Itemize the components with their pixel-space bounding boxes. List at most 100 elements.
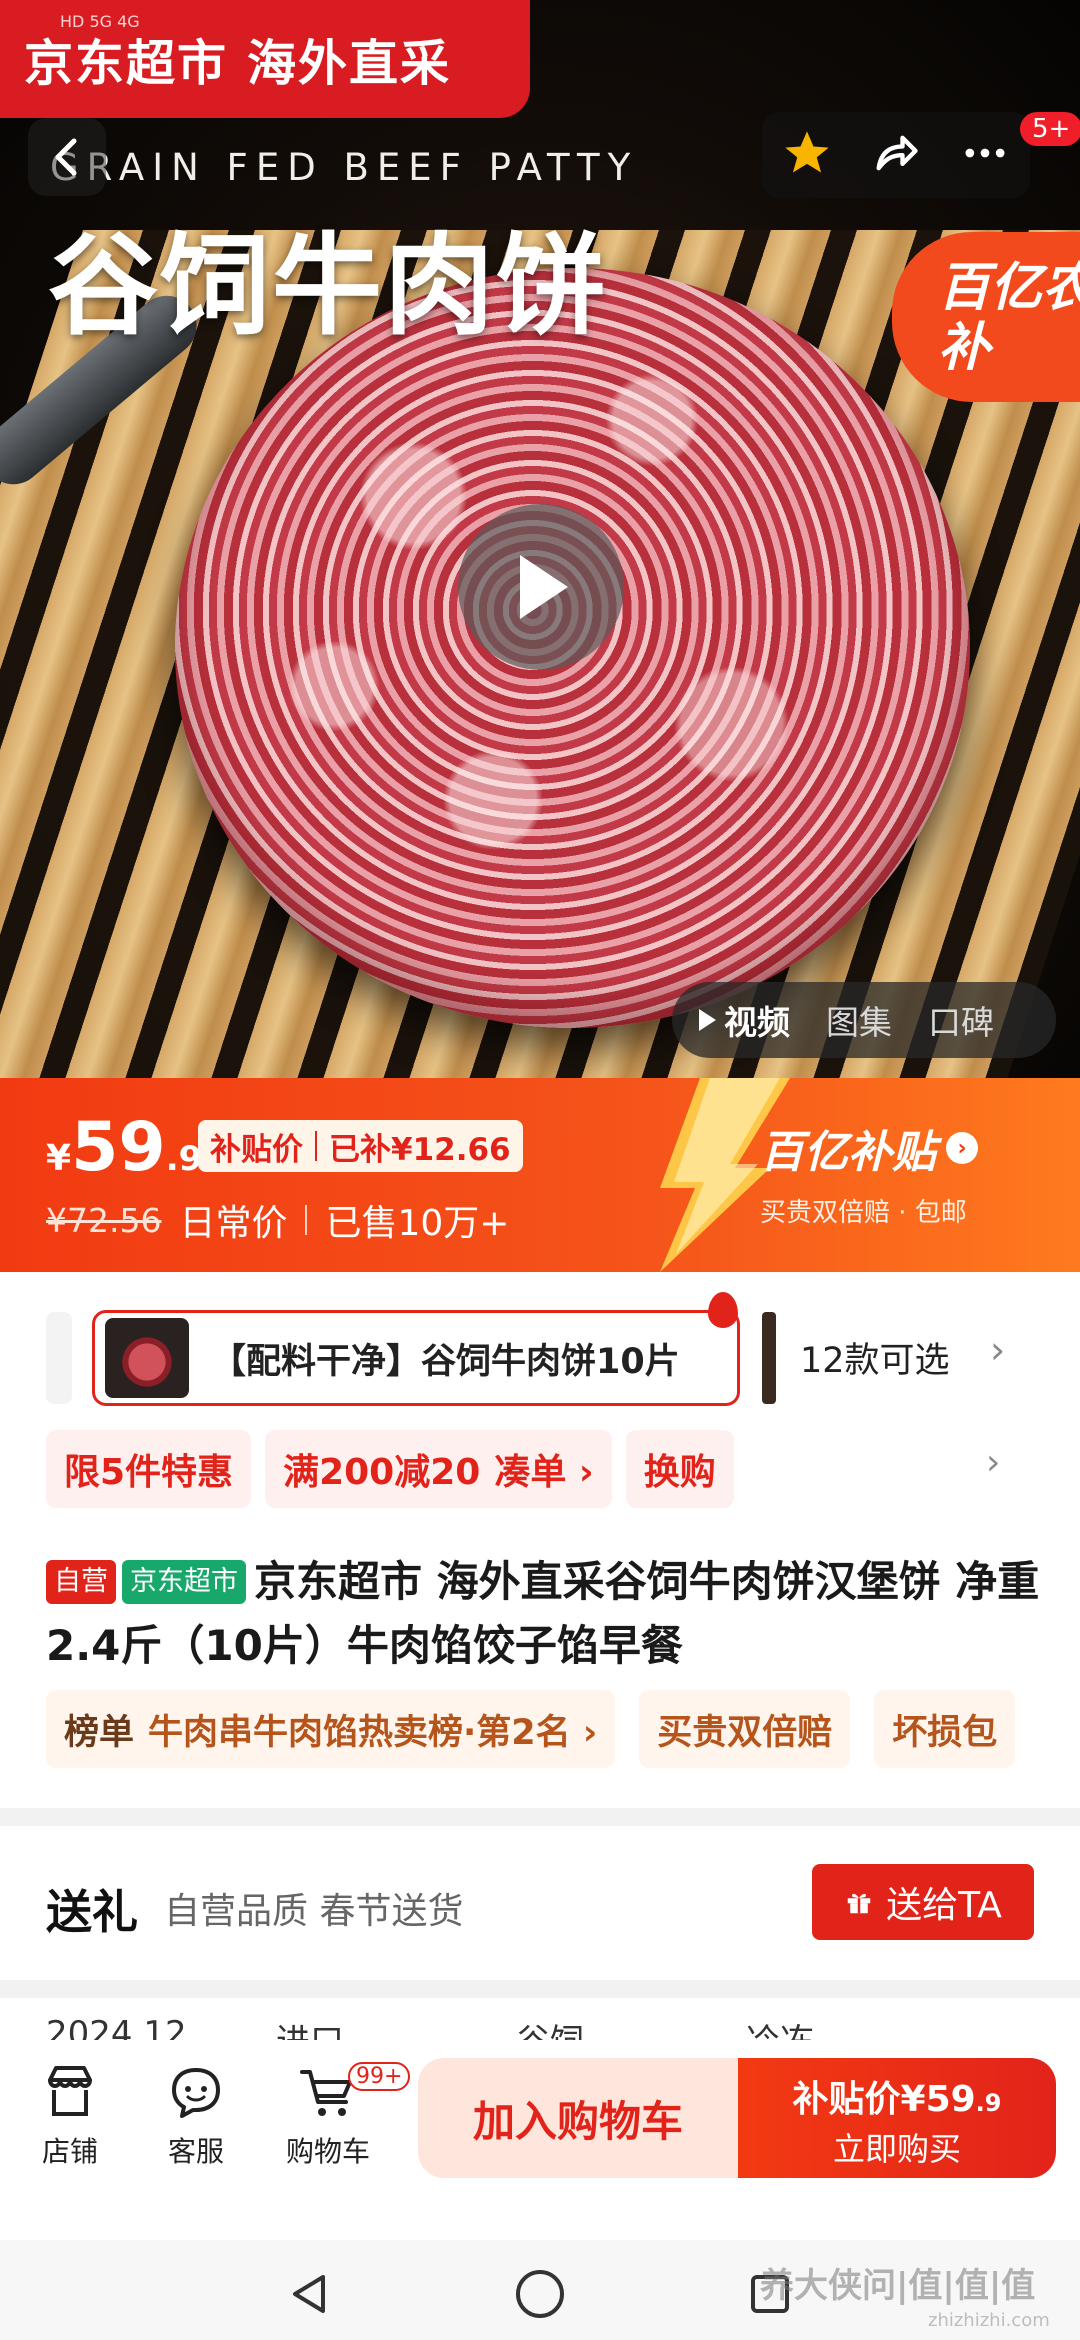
cart-button[interactable]: 购物车 99+ bbox=[268, 2062, 411, 2170]
billion-subsidy-panel[interactable]: 百亿补贴 › 买贵双倍赔 · 包邮 bbox=[760, 1116, 978, 1229]
price-integer: 59 bbox=[71, 1108, 166, 1187]
star-icon bbox=[784, 131, 829, 173]
promo-limit-5[interactable]: 限5件特惠 bbox=[46, 1430, 252, 1508]
top-toolbar bbox=[762, 112, 1030, 198]
price-currency: ¥ bbox=[46, 1138, 72, 1179]
damage-chip[interactable]: 坏损包 bbox=[874, 1690, 1016, 1768]
share-button[interactable] bbox=[870, 127, 922, 183]
variant-selected-card[interactable]: 【配料干净】谷饲牛肉饼10片 bbox=[92, 1310, 740, 1406]
subsidy-label: 补贴价 bbox=[210, 1131, 303, 1168]
divider bbox=[315, 1131, 317, 1161]
promo-exchange[interactable]: 换购 bbox=[625, 1430, 734, 1508]
original-price-label: 日常价 bbox=[179, 1203, 288, 1244]
sold-count: 已售10万+ bbox=[325, 1203, 510, 1244]
chip-text: 买贵双倍赔 bbox=[657, 1712, 833, 1753]
current-price: ¥59.9 bbox=[46, 1108, 202, 1187]
gift-subtitle: 自营品质 春节送货 bbox=[164, 1891, 464, 1932]
service-label: 客服 bbox=[167, 2135, 224, 2168]
brand-text: 京东超市 海外直采 bbox=[24, 35, 452, 92]
customer-service-button[interactable]: 客服 bbox=[136, 2062, 256, 2170]
chat-bubble-icon bbox=[166, 2062, 226, 2122]
hot-fire-icon bbox=[708, 1292, 738, 1328]
shop-label: 店铺 bbox=[41, 2135, 98, 2168]
hero-english-title: GRAIN FED BEEF PATTY bbox=[50, 146, 639, 189]
buy-prefix: 补贴价¥ bbox=[792, 2079, 926, 2120]
send-gift-label: 送给TA bbox=[886, 1885, 1002, 1926]
tab-video[interactable]: 视频 bbox=[696, 996, 790, 1044]
tab-reviews[interactable]: 口碑 bbox=[928, 996, 994, 1044]
promo-label: 满200减20 bbox=[283, 1452, 481, 1493]
tab-gallery[interactable]: 图集 bbox=[826, 996, 892, 1044]
variant-selected-label: 【配料干净】谷饲牛肉饼10片 bbox=[211, 1341, 680, 1382]
promo-label: 换购 bbox=[643, 1452, 716, 1493]
promotion-row: 限5件特惠 满200减20 凑单 › 换购 bbox=[46, 1430, 734, 1508]
buy-price-integer: 59 bbox=[925, 2079, 976, 2120]
watermark-text: 养大侠问|值|值|值 bbox=[760, 2266, 1036, 2306]
original-price: ¥72.56 bbox=[46, 1200, 162, 1240]
nav-back-button[interactable] bbox=[280, 2264, 340, 2324]
store-icon bbox=[40, 2062, 100, 2122]
send-gift-button[interactable]: 送给TA bbox=[812, 1864, 1034, 1940]
shop-button[interactable]: 店铺 bbox=[10, 2062, 130, 2170]
ranking-text: 牛肉串牛肉馅热卖榜·第2名 › bbox=[148, 1712, 598, 1753]
ranking-label: 榜单 bbox=[64, 1712, 135, 1753]
variant-count[interactable]: 12款可选 bbox=[800, 1332, 950, 1383]
divider bbox=[305, 1205, 308, 1235]
double-refund-chip[interactable]: 买贵双倍赔 bbox=[639, 1690, 851, 1768]
variant-next-peek[interactable] bbox=[762, 1312, 776, 1404]
chevron-left-icon bbox=[55, 138, 77, 176]
product-hero-media[interactable]: GRAIN FED BEEF PATTY 谷饲牛肉饼 HD 5G 4G 京东超市… bbox=[0, 0, 1080, 1078]
buy-price-line: 补贴价¥59.9 bbox=[738, 2070, 1056, 2122]
play-small-icon bbox=[699, 1009, 716, 1031]
message-count-badge: 5+ bbox=[1020, 112, 1080, 146]
media-tabs: 视频 图集 口碑 bbox=[672, 982, 1056, 1058]
subsidy-tag: 补贴价 已补¥12.66 bbox=[198, 1120, 523, 1172]
play-icon bbox=[520, 555, 568, 619]
brand-banner: HD 5G 4G 京东超市 海外直采 bbox=[0, 0, 530, 118]
add-to-cart-button[interactable]: 加入购物车 bbox=[418, 2058, 738, 2178]
gift-icon bbox=[847, 1893, 871, 1914]
price-decimal: .9 bbox=[165, 1139, 203, 1179]
circle-home-icon bbox=[516, 2270, 564, 2318]
buy-price-decimal: .9 bbox=[975, 2089, 1002, 2117]
promo-label: 限5件特惠 bbox=[64, 1452, 234, 1493]
nav-home-button[interactable] bbox=[510, 2264, 570, 2324]
chevron-right-icon[interactable]: › bbox=[986, 1442, 1000, 1483]
bottom-action-bar: 店铺 客服 购物车 99+ 加入购物车 补贴价¥59.9 立即购买 bbox=[0, 2040, 1080, 2240]
tab-video-label: 视频 bbox=[724, 1003, 790, 1042]
price-band: ¥59.9 补贴价 已补¥12.66 ¥72.56 日常价 已售10万+ 百亿补… bbox=[0, 1078, 1080, 1272]
variant-thumbnail bbox=[105, 1318, 189, 1398]
original-price-row: ¥72.56 日常价 已售10万+ bbox=[46, 1194, 509, 1246]
share-icon bbox=[876, 135, 918, 171]
gift-title: 送礼 bbox=[46, 1885, 138, 1939]
variant-selector[interactable]: 【配料干净】谷饲牛肉饼10片 12款可选 › bbox=[0, 1292, 1080, 1406]
billion-subsidy-subtitle: 买贵双倍赔 · 包邮 bbox=[760, 1198, 967, 1228]
ranking-chip[interactable]: 榜单 牛肉串牛肉馅热卖榜·第2名 › bbox=[46, 1690, 616, 1768]
product-detail-page: GRAIN FED BEEF PATTY 谷饲牛肉饼 HD 5G 4G 京东超市… bbox=[0, 0, 1080, 2340]
jd-supermarket-tag: 京东超市 bbox=[122, 1560, 246, 1604]
triangle-back-icon bbox=[293, 2275, 325, 2313]
chevron-right-icon: › bbox=[946, 1132, 978, 1164]
favorite-button[interactable] bbox=[781, 127, 833, 183]
more-dots-icon bbox=[965, 148, 1005, 158]
promo-full-reduction[interactable]: 满200减20 凑单 › bbox=[265, 1430, 612, 1508]
self-operated-tag: 自营 bbox=[46, 1560, 116, 1604]
chevron-right-icon[interactable]: › bbox=[990, 1328, 1005, 1372]
buy-now-button[interactable]: 补贴价¥59.9 立即购买 bbox=[738, 2058, 1056, 2178]
buy-now-label: 立即购买 bbox=[832, 2130, 961, 2168]
billion-subsidy-title: 百亿补贴 › bbox=[760, 1116, 978, 1180]
more-button[interactable] bbox=[959, 127, 1011, 183]
cart-count-badge: 99+ bbox=[348, 2062, 411, 2091]
subsidy-amount: 已补¥12.66 bbox=[329, 1131, 511, 1168]
variant-prev-peek[interactable] bbox=[46, 1312, 72, 1404]
billion-subsidy-text: 百亿补贴 bbox=[760, 1127, 936, 1178]
nongbu-badge[interactable]: 百亿农补 bbox=[892, 232, 1080, 402]
play-video-button[interactable] bbox=[458, 504, 624, 670]
guarantee-chips: 榜单 牛肉串牛肉馅热卖榜·第2名 › 买贵双倍赔 坏损包 bbox=[46, 1690, 1016, 1768]
product-info-card: 【配料干净】谷饲牛肉饼10片 12款可选 › 限5件特惠 满200减20 凑单 … bbox=[0, 1272, 1080, 1808]
back-button[interactable] bbox=[28, 118, 106, 196]
cart-label: 购物车 bbox=[285, 2135, 370, 2168]
gift-section: 送礼 自营品质 春节送货 送给TA bbox=[0, 1826, 1080, 1980]
chip-text: 坏损包 bbox=[892, 1712, 998, 1753]
product-title-block: 自营 京东超市 京东超市 海外直采谷饲牛肉饼汉堡饼 净重2.4斤（10片）牛肉馅饺子… bbox=[46, 1550, 1046, 1678]
